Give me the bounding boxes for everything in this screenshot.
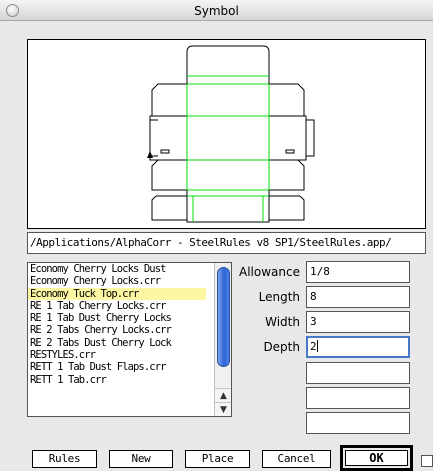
allowance-label: Allowance xyxy=(239,265,300,279)
origin-marker xyxy=(147,151,153,158)
depth-value: 2 xyxy=(310,340,317,353)
list-item[interactable]: RE 2 Tabs Dust Cherry Lock xyxy=(28,337,206,349)
right-dust-flap-top xyxy=(269,83,305,117)
left-dust-flap-bottom xyxy=(151,159,187,191)
scroll-down-arrow-icon[interactable]: ▼ xyxy=(215,402,231,416)
fold-lines xyxy=(186,75,270,222)
length-field[interactable]: 8 xyxy=(306,286,410,308)
width-field[interactable]: 3 xyxy=(306,311,410,333)
list-item[interactable]: RETT 1 Tab Dust Flaps.crr xyxy=(28,361,206,373)
ok-button-label: OK xyxy=(345,450,408,466)
title-bar[interactable]: Symbol xyxy=(0,0,433,21)
depth-field[interactable]: 2 xyxy=(306,336,410,358)
length-label: Length xyxy=(258,290,300,304)
rules-button[interactable]: Rules xyxy=(32,450,97,468)
list-item[interactable]: RE 2 Tabs Cherry Locks.crr xyxy=(28,324,206,336)
bottom-flap xyxy=(186,196,270,223)
list-item[interactable]: RETT 1 Tab.crr xyxy=(28,374,206,386)
symbol-list-items: Economy Cherry Locks Dust Economy Cherry … xyxy=(28,263,231,386)
left-dust-flap-top xyxy=(151,83,187,117)
window-title: Symbol xyxy=(194,4,239,18)
width-label: Width xyxy=(265,315,300,329)
ok-button[interactable]: OK xyxy=(340,445,413,471)
cancel-button[interactable]: Cancel xyxy=(262,450,331,468)
text-caret xyxy=(316,340,318,352)
symbol-dialog: Symbol /Applications/AlphaCorr - SteelRu… xyxy=(0,0,433,471)
list-item[interactable]: RE 1 Tab Dust Cherry Locks xyxy=(28,312,206,324)
new-button[interactable]: New xyxy=(109,450,173,468)
extra-field-2[interactable] xyxy=(306,387,410,409)
list-item[interactable]: RE 1 Tab Cherry Locks.crr xyxy=(28,300,206,312)
dieline-drawing xyxy=(147,45,315,223)
top-tuck-flap xyxy=(186,45,270,76)
right-dust-flap-bottom xyxy=(269,159,305,191)
path-field[interactable]: /Applications/AlphaCorr - SteelRules v8 … xyxy=(27,232,426,254)
symbol-list[interactable]: Economy Cherry Locks Dust Economy Cherry … xyxy=(27,262,232,417)
list-item[interactable]: Economy Cherry Locks Dust xyxy=(28,263,206,275)
symbol-preview xyxy=(27,39,426,229)
depth-label: Depth xyxy=(263,340,300,354)
extra-field-3[interactable] xyxy=(306,412,410,434)
allowance-field[interactable]: 1/8 xyxy=(306,261,410,283)
list-item[interactable]: RESTYLES.crr xyxy=(28,349,206,361)
extra-field-1[interactable] xyxy=(306,362,410,384)
option-checkbox[interactable] xyxy=(421,455,433,467)
list-item[interactable]: Economy Cherry Locks.crr xyxy=(28,275,206,287)
list-item[interactable]: Economy Tuck Top.crr xyxy=(28,287,206,300)
scroll-up-arrow-icon[interactable]: ▲ xyxy=(215,388,231,402)
place-button[interactable]: Place xyxy=(185,450,250,468)
